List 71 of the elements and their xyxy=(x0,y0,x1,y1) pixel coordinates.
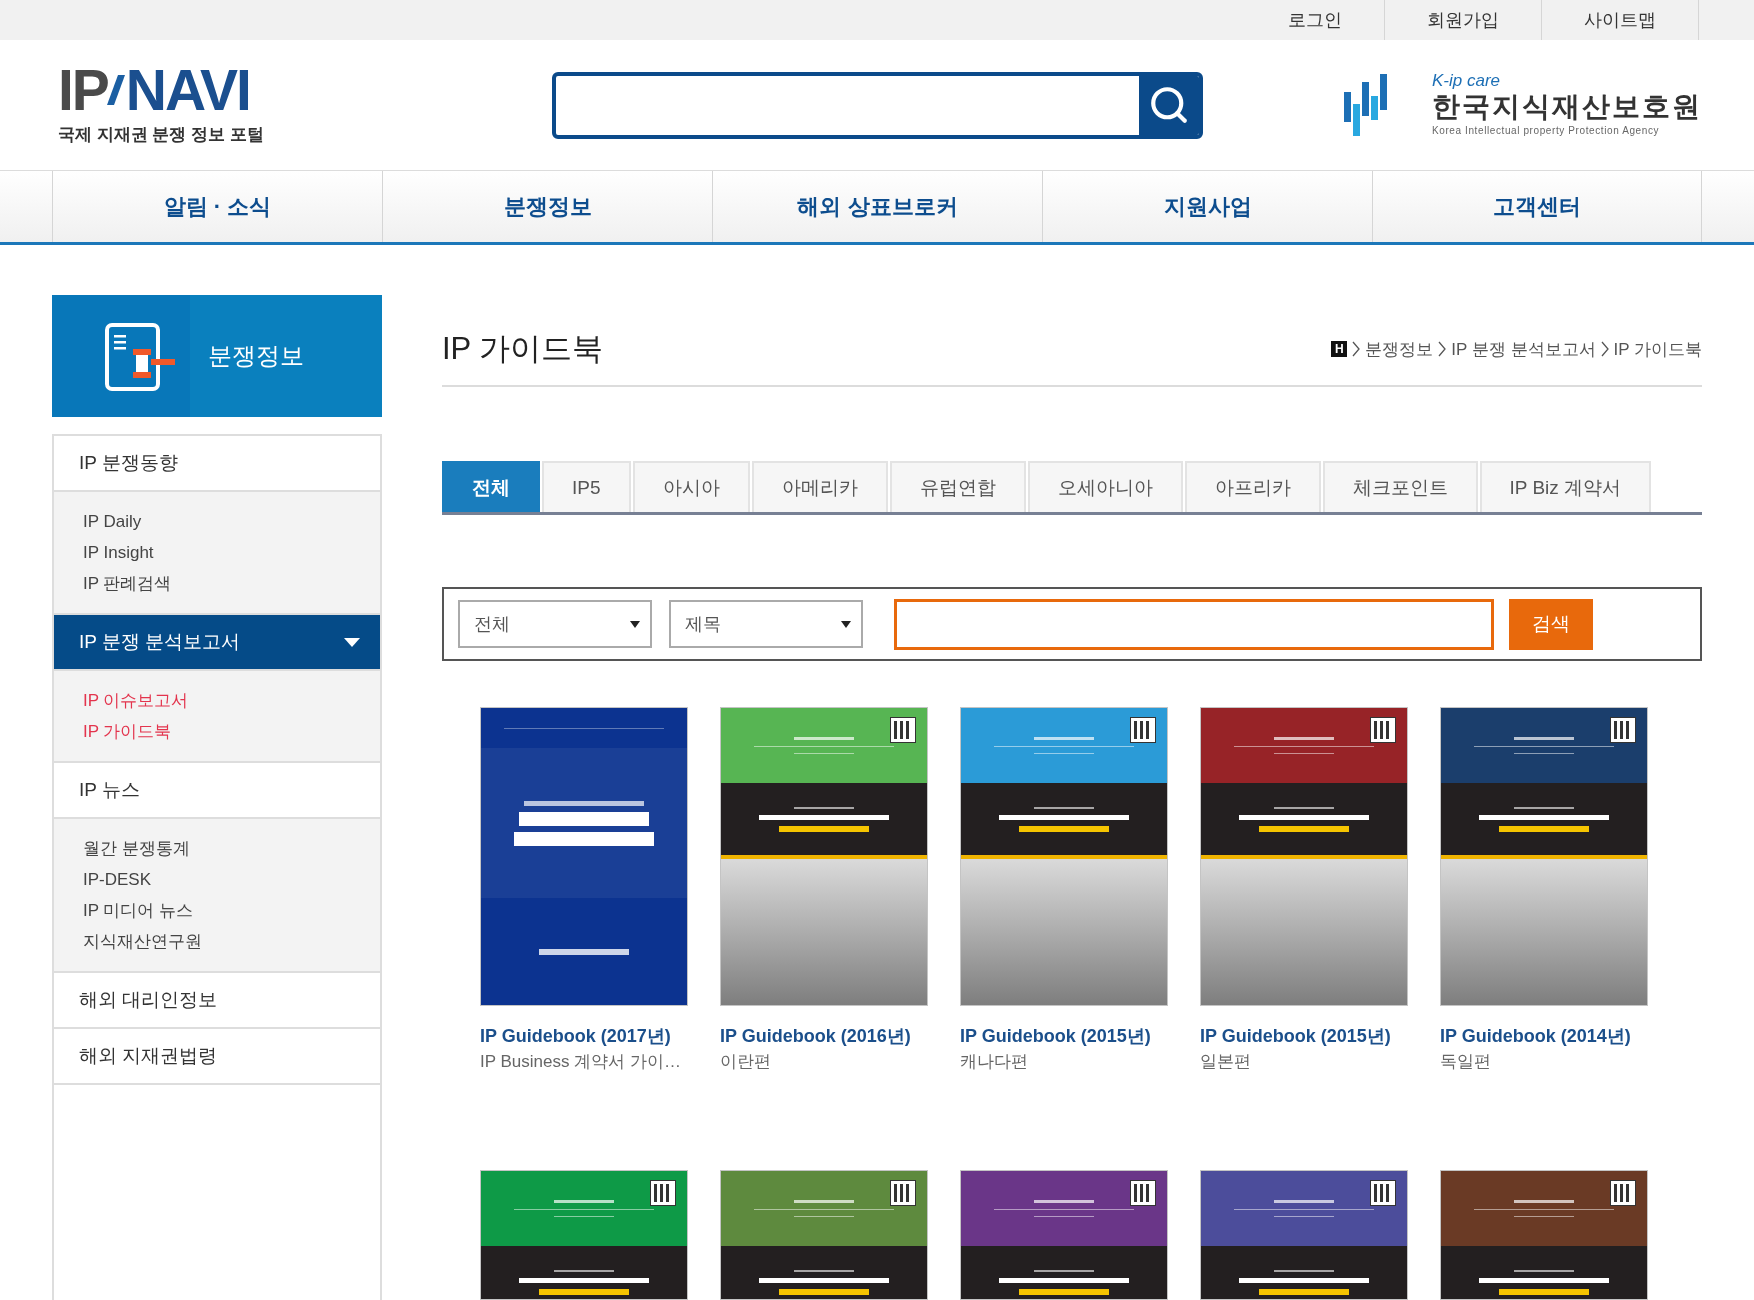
nav-item[interactable]: 지원사업 xyxy=(1042,171,1372,242)
book-title-link[interactable]: IP Guidebook (2015년) xyxy=(1200,1023,1391,1049)
search-field[interactable] xyxy=(551,71,1203,139)
breadcrumb-link[interactable]: 분쟁정보 xyxy=(1365,337,1434,361)
book-cover-drawing[interactable] xyxy=(960,707,1168,1006)
top-link[interactable]: 사이트맵 xyxy=(1542,0,1699,40)
home-link[interactable]: H xyxy=(1331,341,1348,357)
sidebar-title: 분쟁정보 xyxy=(208,341,304,371)
top-link[interactable]: 로그인 xyxy=(1246,0,1385,40)
region-tab[interactable]: 유럽연합 xyxy=(889,461,1026,512)
submenu-item[interactable]: IP-DESK xyxy=(83,864,152,895)
submenu-item[interactable]: IP 가이드북 xyxy=(83,716,172,747)
category-select[interactable]: 전체 xyxy=(458,600,652,648)
chevron-right-icon xyxy=(1600,341,1609,357)
breadcrumb-link[interactable]: IP 분쟁 분석보고서 xyxy=(1451,337,1596,361)
caret-down-icon xyxy=(344,637,360,647)
book-cover-drawing[interactable] xyxy=(720,1170,928,1300)
nav-item[interactable]: 해외 상표브로커 xyxy=(712,171,1042,242)
region-tab[interactable]: 체크포인트 xyxy=(1322,461,1478,512)
submenu-item[interactable]: 월간 분쟁통계 xyxy=(83,833,190,864)
query-field[interactable] xyxy=(894,598,1494,650)
book-cover-drawing[interactable] xyxy=(1200,1170,1408,1300)
region-tab[interactable]: 전체 xyxy=(442,461,540,512)
book-subtitle: 이란편 xyxy=(720,1051,771,1073)
book-subtitle: 독일편 xyxy=(1440,1051,1491,1073)
top-link[interactable]: 회원가입 xyxy=(1385,0,1542,40)
slash-icon xyxy=(106,74,125,105)
agency-english-name: Korea Intellectual property Protection Agency xyxy=(1432,124,1661,138)
agency-brand: K-ip care xyxy=(1432,72,1502,90)
book-title-link[interactable]: IP Guidebook (2015년) xyxy=(960,1023,1151,1049)
book-title-link[interactable]: IP Guidebook (2016년) xyxy=(720,1023,911,1049)
logo-wordmark: IP xyxy=(58,64,108,115)
nav-item[interactable]: 고객센터 xyxy=(1372,171,1702,242)
submenu-item[interactable]: IP Insight xyxy=(83,537,154,568)
region-tab[interactable]: 아메리카 xyxy=(751,461,888,512)
caret-down-icon xyxy=(630,620,640,628)
book-cover-drawing[interactable] xyxy=(1200,707,1408,1006)
submenu-item[interactable]: IP Daily xyxy=(83,506,142,537)
book-cover-drawing[interactable] xyxy=(720,707,928,1006)
book-subtitle: IP Business 계약서 가이… xyxy=(480,1051,681,1073)
sidebar-item[interactable]: IP 분쟁 분석보고서 xyxy=(54,615,380,671)
caret-down-icon xyxy=(841,620,851,628)
field-select[interactable]: 제목 xyxy=(669,600,863,648)
book-title-link[interactable]: IP Guidebook (2017년) xyxy=(480,1023,671,1049)
book-cover-drawing[interactable] xyxy=(1440,1170,1648,1300)
book-cover-drawing[interactable] xyxy=(1440,707,1648,1006)
submenu-item[interactable]: IP 미디어 뉴스 xyxy=(83,895,194,926)
page-title: IP 가이드북 xyxy=(442,330,604,368)
book-title-link[interactable]: IP Guidebook (2014년) xyxy=(1440,1023,1631,1049)
agency-name: 한국지식재산보호원 xyxy=(1432,90,1702,124)
bar-logo-icon xyxy=(1344,74,1390,136)
book-subtitle: 캐나다편 xyxy=(960,1051,1028,1073)
book-cover-drawing[interactable] xyxy=(960,1170,1168,1300)
chevron-right-icon xyxy=(1352,341,1361,357)
logo-tagline: 국제 지재권 분쟁 정보 포털 xyxy=(58,123,264,146)
region-tab[interactable]: 아프리카 xyxy=(1184,461,1321,512)
book-cover-drawing[interactable] xyxy=(480,707,688,1006)
nav-item[interactable]: 알림 · 소식 xyxy=(52,171,382,242)
region-tab[interactable]: 오세아니아 xyxy=(1027,461,1183,512)
book-subtitle: 일본편 xyxy=(1200,1051,1251,1073)
logo-wordmark: NAVI xyxy=(125,64,250,115)
region-tab[interactable]: IP Biz 계약서 xyxy=(1479,461,1652,512)
region-tab[interactable]: IP5 xyxy=(542,461,631,512)
submenu-item[interactable]: 지식재산연구원 xyxy=(83,926,202,957)
chevron-right-icon xyxy=(1438,341,1447,357)
nav-item[interactable]: 분쟁정보 xyxy=(382,171,712,242)
submenu-item[interactable]: IP 판례검색 xyxy=(83,568,172,599)
region-tab[interactable]: 아시아 xyxy=(632,461,750,512)
submenu-item[interactable]: IP 이슈보고서 xyxy=(83,685,189,716)
book-cover-drawing[interactable] xyxy=(480,1170,688,1300)
breadcrumb-link[interactable]: IP 가이드북 xyxy=(1613,337,1702,361)
